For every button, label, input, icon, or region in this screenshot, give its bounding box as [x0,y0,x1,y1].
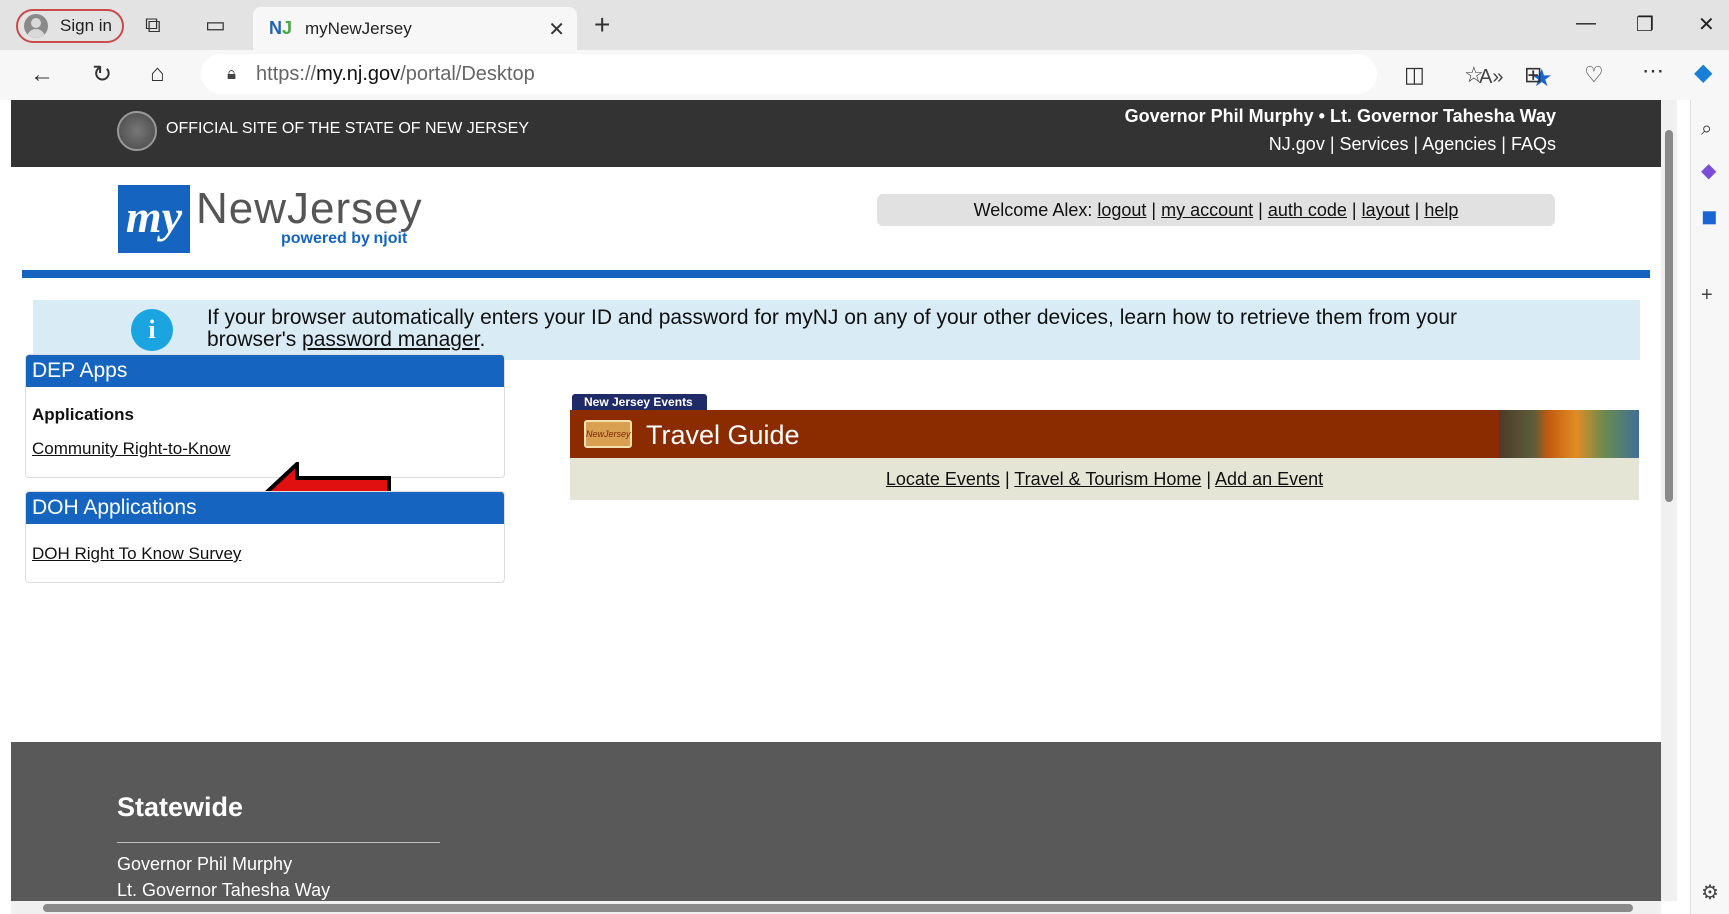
edge-sidebar: ⌕ ◆ ◼ + ⚙ [1690,100,1729,914]
governor-line: Governor Phil Murphy • Lt. Governor Tahe… [1124,106,1556,126]
copilot-sidebar-icon[interactable]: ◆ [1701,158,1716,183]
refresh-icon[interactable]: ↻ [92,63,112,87]
horizontal-scrollbar[interactable] [11,901,1661,914]
address-bar[interactable]: 🔒︎ https://my.nj.gov/portal/Desktop A» ★ [201,54,1553,94]
nj-favicon-icon: NJ [269,17,293,38]
powered-by-njoit: powered by njoit [281,230,408,247]
my-account-link[interactable]: my account [1161,200,1253,220]
mynj-logo-mark[interactable]: my [118,185,190,253]
statewide-footer: Statewide Governor Phil Murphy Lt. Gover… [11,742,1661,901]
footer-title: Statewide [117,792,244,822]
welcome-text: Welcome Alex: [973,200,1093,220]
community-right-to-know-link[interactable]: Community Right-to-Know [32,439,230,459]
settings-gear-icon[interactable]: ⚙ [1701,880,1719,905]
sign-in-label: Sign in [60,16,112,35]
welcome-bar: Welcome Alex: logout | my account | auth… [877,194,1555,226]
info-icon: i [131,309,173,351]
home-icon[interactable]: ⌂ [150,62,165,86]
tab-actions-icon[interactable]: ▭ [205,14,226,36]
nj-state-seal-icon [117,111,157,151]
nj-events-tag: New Jersey Events [572,394,707,410]
tab-mynewjersey[interactable]: NJ myNewJersey ✕ [253,7,577,50]
header-divider [22,270,1650,278]
lock-icon: 🔒︎ [227,64,237,83]
applications-heading: Applications [32,405,135,424]
link-agencies[interactable]: Agencies [1422,134,1496,154]
link-njgov[interactable]: NJ.gov [1269,134,1325,154]
travel-photos-image [1499,410,1639,458]
vertical-scrollbar[interactable] [1661,100,1677,901]
browser-toolbar: ← ↻ ⌂ 🔒︎ https://my.nj.gov/portal/Deskto… [0,50,1729,100]
search-icon[interactable]: ⌕ [1701,118,1712,141]
back-icon[interactable]: ← [30,63,54,87]
collections-icon[interactable]: ⊞ [1524,64,1542,86]
browser-essentials-icon[interactable]: ♡ [1584,64,1604,86]
horizontal-scroll-thumb[interactable] [43,904,1633,912]
travel-links-bar: Locate Events | Travel & Tourism Home | … [570,458,1639,500]
split-screen-icon[interactable]: ◫ [1404,64,1425,86]
copilot-icon[interactable]: ◆ [1694,61,1712,85]
page-viewport: OFFICIAL SITE OF THE STATE OF NEW JERSEY… [11,100,1661,901]
dep-apps-title: DEP Apps [26,355,504,387]
close-window-icon[interactable]: ✕ [1698,12,1715,37]
mynj-logo-text[interactable]: NewJersey [196,184,423,234]
more-options-icon[interactable]: ⋯ [1642,60,1664,82]
profile-avatar-icon [24,14,48,38]
minimize-icon[interactable]: — [1576,12,1596,35]
new-tab-icon[interactable]: + [594,11,610,39]
link-services[interactable]: Services [1340,134,1409,154]
doh-applications-panel: DOH Applications DOH Right To Know Surve… [25,491,505,583]
link-faqs[interactable]: FAQs [1511,134,1556,154]
footer-link-governor[interactable]: Governor Phil Murphy [117,854,292,875]
official-site-text: OFFICIAL SITE OF THE STATE OF NEW JERSEY [166,120,529,137]
header-links: NJ.gov | Services | Agencies | FAQs [1268,134,1556,154]
new-jersey-badge: NewJersey [584,420,632,448]
dep-apps-panel: DEP Apps Applications Community Right-to… [25,354,505,478]
footer-link-lt-governor[interactable]: Lt. Governor Tahesha Way [117,880,330,901]
browser-tab-bar: Sign in ⧉ ▭ NJ myNewJersey ✕ + — ❐ ✕ [0,0,1729,50]
auth-code-link[interactable]: auth code [1268,200,1347,220]
travel-guide-title: Travel Guide [646,420,800,450]
notice-text: If your browser automatically enters you… [207,306,1458,351]
locate-events-link[interactable]: Locate Events [886,469,1000,489]
help-link[interactable]: help [1424,200,1458,220]
state-header-bar: OFFICIAL SITE OF THE STATE OF NEW JERSEY… [11,100,1661,167]
vertical-scroll-thumb[interactable] [1665,130,1673,502]
travel-guide-banner: NewJersey Travel Guide [570,410,1639,458]
footer-divider [117,842,440,843]
workspaces-icon[interactable]: ⧉ [145,14,161,36]
close-tab-icon[interactable]: ✕ [548,17,565,42]
doh-applications-title: DOH Applications [26,492,504,524]
layout-link[interactable]: layout [1362,200,1410,220]
tab-title: myNewJersey [305,18,412,38]
add-an-event-link[interactable]: Add an Event [1215,469,1323,489]
add-sidebar-app-icon[interactable]: + [1701,284,1713,307]
restore-icon[interactable]: ❐ [1636,12,1654,37]
travel-tourism-home-link[interactable]: Travel & Tourism Home [1014,469,1201,489]
url-text: https://my.nj.gov/portal/Desktop [256,62,535,85]
doh-right-to-know-survey-link[interactable]: DOH Right To Know Survey [32,544,241,564]
favorites-icon[interactable]: ☆ [1464,64,1484,86]
password-manager-link[interactable]: password manager [302,328,479,351]
sign-in-button[interactable]: Sign in [16,9,124,43]
password-manager-notice: i If your browser automatically enters y… [33,300,1640,360]
outlook-icon[interactable]: ◼ [1701,204,1718,229]
logout-link[interactable]: logout [1097,200,1146,220]
